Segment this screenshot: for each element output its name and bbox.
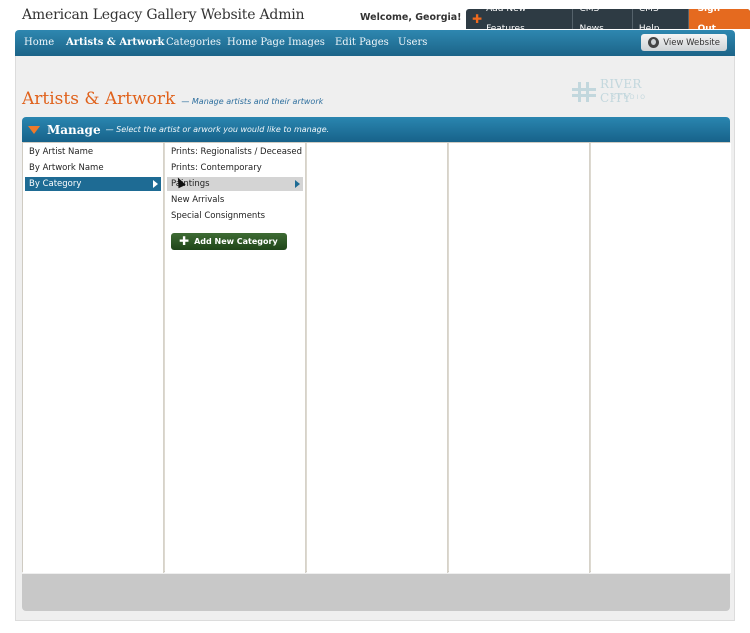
cms-help-link[interactable]: CMS Help (633, 9, 689, 29)
list-item-category[interactable]: New Arrivals (167, 193, 303, 207)
list-item-paintings[interactable]: Paintings (167, 177, 303, 191)
arrow-right-icon (295, 180, 300, 188)
globe-icon (648, 37, 660, 48)
plus-icon: ✚ (472, 12, 483, 26)
plus-icon: ✚ (179, 234, 190, 248)
logo-subtext: STUDIO (612, 94, 647, 101)
browser-columns: By Artist Name By Artwork Name By Catego… (22, 142, 731, 573)
sign-out-button[interactable]: Sign Out (688, 9, 750, 29)
user-menu[interactable]: Welcome, Georgia! (360, 12, 478, 23)
column-empty-5 (591, 143, 731, 573)
nav-item-edit-pages[interactable]: Edit Pages (335, 37, 389, 48)
manage-title: Manage (47, 122, 101, 137)
cms-news-link[interactable]: CMS News (573, 9, 633, 29)
manage-header[interactable]: Manage — Select the artist or arwork you… (22, 117, 730, 142)
main-nav: Home Artists & Artwork Categories Home P… (15, 30, 735, 56)
logo-mark-icon (572, 82, 596, 102)
top-links: ✚ Add New Features CMS News CMS Help Sig… (466, 9, 750, 29)
column-empty-3 (307, 143, 448, 573)
nav-item-categories[interactable]: Categories (166, 37, 221, 48)
list-item-label: By Category (29, 179, 82, 189)
nav-item-home-page-images[interactable]: Home Page Images (227, 37, 325, 48)
add-new-category-label: Add New Category (194, 237, 278, 246)
footer-bar (22, 574, 730, 611)
nav-item-users[interactable]: Users (398, 37, 427, 48)
top-bar: American Legacy Gallery Website Admin We… (0, 0, 750, 30)
page-subtitle: — Manage artists and their artwork (181, 97, 324, 106)
column-empty-4 (449, 143, 590, 573)
page-title: Artists & Artwork (22, 89, 176, 109)
collapse-triangle-icon[interactable] (28, 125, 40, 134)
nav-item-artists-artwork[interactable]: Artists & Artwork (66, 37, 164, 48)
manage-subtitle: — Select the artist or arwork you would … (105, 125, 330, 134)
content-area: Artists & Artwork — Manage artists and t… (15, 56, 735, 621)
welcome-text: Welcome, Georgia! (360, 12, 462, 23)
add-new-category-button[interactable]: ✚ Add New Category (171, 233, 287, 250)
site-title: American Legacy Gallery Website Admin (22, 7, 305, 23)
list-item-by-artwork-name[interactable]: By Artwork Name (25, 161, 161, 175)
list-item-category[interactable]: Prints: Regionalists / Deceased (167, 145, 303, 159)
list-item-category[interactable]: Special Consignments (167, 209, 303, 223)
nav-item-home[interactable]: Home (24, 37, 54, 48)
arrow-right-icon (153, 180, 158, 188)
column-browse-by: By Artist Name By Artwork Name By Catego… (23, 143, 164, 573)
list-item-by-category[interactable]: By Category (25, 177, 161, 191)
view-website-button[interactable]: View Website (641, 34, 727, 51)
add-new-features-link[interactable]: ✚ Add New Features (466, 9, 574, 29)
page-heading: Artists & Artwork — Manage artists and t… (22, 89, 323, 109)
list-item-by-artist-name[interactable]: By Artist Name (25, 145, 161, 159)
list-item-category[interactable]: Prints: Contemporary (167, 161, 303, 175)
add-new-features-label: Add New Features (486, 9, 526, 29)
river-city-logo: RIVER CITY STUDIO (566, 76, 676, 108)
column-categories: Prints: Regionalists / Deceased Prints: … (165, 143, 306, 573)
view-website-label: View Website (663, 37, 720, 48)
